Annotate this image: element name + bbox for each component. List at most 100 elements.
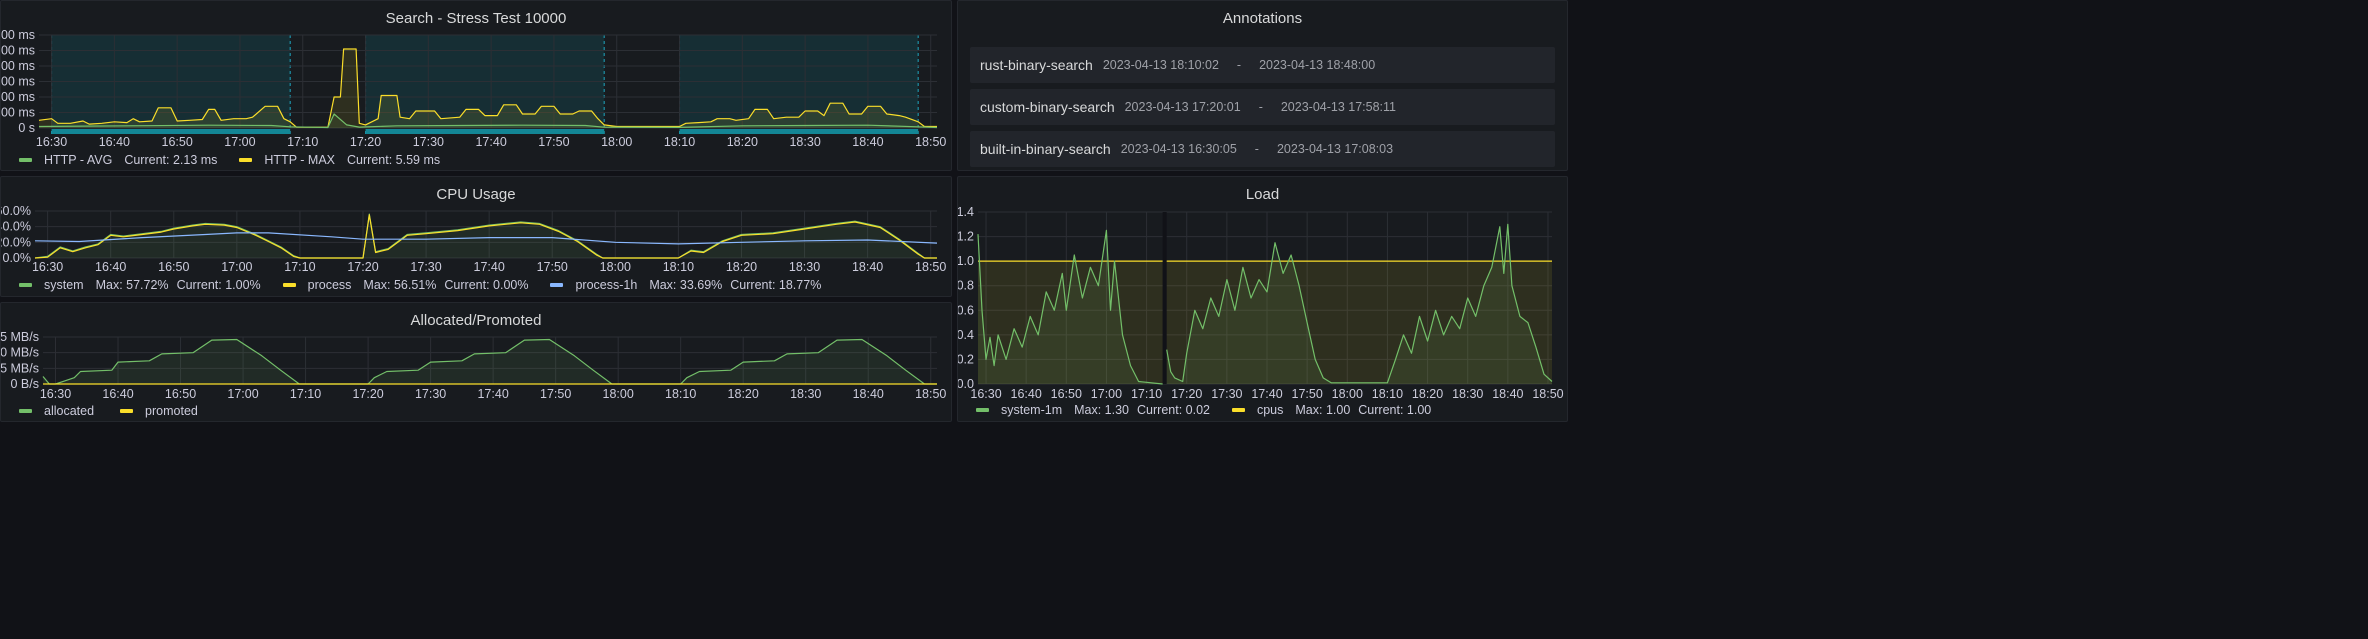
y-tick-label: 75 MB/s: [1, 330, 39, 344]
load-chart[interactable]: 0.00.20.40.60.81.01.21.416:30 16:40 16:50 1…: [958, 177, 1568, 422]
x-tick-label: 16:40: [102, 387, 133, 401]
legend-label: promoted: [145, 404, 198, 418]
y-tick-label: 200 ms: [1, 90, 35, 104]
legend-stat: Max: 33.69%: [649, 278, 723, 292]
annotation-name: built-in-binary-search: [980, 141, 1111, 157]
alloc-legend: allocated promoted: [19, 404, 224, 418]
legend-stat: Current: 18.77%: [730, 278, 822, 292]
x-tick-label: 18:20: [728, 387, 759, 401]
y-tick-label: 100 ms: [1, 106, 35, 120]
legend-swatch: [550, 283, 564, 287]
x-tick-label: 18:50: [915, 135, 946, 149]
load-legend: system-1m Max: 1.30 Current: 0.02 cpus Max: …: [976, 403, 1453, 417]
panel-alloc: Allocated/Promoted 0 B/s25 MB/s50 MB/s75…: [0, 302, 952, 422]
legend-swatch: [19, 409, 32, 413]
annotation-band[interactable]: [679, 129, 919, 134]
search-chart[interactable]: 0 s100 ms 200 ms300 ms 400 ms500 ms 600 ms 1…: [1, 1, 952, 171]
legend-label: system: [44, 278, 84, 292]
y-tick-label: 50 MB/s: [1, 346, 39, 360]
legend-stat: Current: 0.02: [1137, 403, 1210, 417]
y-tick-label: 0.8: [958, 279, 974, 293]
x-tick-label: 18:20: [1412, 387, 1443, 401]
x-tick-label: 18:40: [852, 135, 883, 149]
x-tick-label: 17:20: [1171, 387, 1202, 401]
x-tick-label: 17:50: [537, 260, 568, 274]
x-tick-label: 16:30: [36, 135, 67, 149]
x-tick-label: 18:20: [726, 260, 757, 274]
x-tick-label: 18:50: [915, 387, 946, 401]
legend-swatch: [19, 158, 32, 162]
x-tick-label: 18:40: [1492, 387, 1523, 401]
annotation-start: 2023-04-13 18:10:02: [1102, 58, 1219, 72]
x-tick-label: 17:50: [1292, 387, 1323, 401]
legend-item[interactable]: cpus Max: 1.00 Current: 1.00: [1231, 403, 1439, 417]
annotation-band[interactable]: [365, 129, 605, 134]
panel-search: Search - Stress Test 10000 0 s100 ms200 …: [0, 0, 952, 171]
x-tick-label: 17:50: [540, 387, 571, 401]
x-tick-label: 18:30: [789, 260, 820, 274]
x-tick-label: 17:00: [224, 135, 255, 149]
panel-title[interactable]: Annotations: [958, 10, 1567, 27]
legend-item[interactable]: system Max: 57.72% Current: 1.00%: [19, 278, 269, 292]
annotation-name: rust-binary-search: [980, 57, 1093, 73]
panel-load: Load 0.0 0.2 0.4 0.6 0.8 1.0 1.2 1.4 16:30 16:40 1…: [957, 176, 1568, 422]
x-tick-label: 17:20: [347, 260, 378, 274]
annotation-end: 2023-04-13 18:48:00: [1259, 58, 1376, 72]
y-tick-label: 25 MB/s: [1, 361, 39, 375]
legend-item[interactable]: process Max: 56.51% Current: 0.00%: [282, 278, 537, 292]
y-tick-label: 0.2: [958, 352, 974, 366]
legend-item[interactable]: HTTP - MAX Current: 5.59 ms: [239, 153, 448, 167]
x-tick-label: 18:10: [663, 260, 694, 274]
legend-swatch: [1231, 408, 1245, 412]
annotation-row[interactable]: rust-binary-search 2023-04-13 18:10:02 -…: [970, 47, 1555, 83]
x-tick-label: 17:40: [1251, 387, 1282, 401]
legend-label: allocated: [44, 404, 95, 418]
x-tick-label: 18:00: [1332, 387, 1363, 401]
x-tick-label: 18:50: [915, 260, 946, 274]
annotation-end: 2023-04-13 17:08:03: [1276, 142, 1394, 156]
x-tick-label: 17:30: [410, 260, 441, 274]
search-legend: HTTP - AVG Current: 2.13 ms HTTP - MAX Curr…: [19, 153, 462, 167]
x-tick-label: 18:00: [601, 135, 632, 149]
annotation-name: custom-binary-search: [980, 99, 1115, 115]
legend-stat: Max: 56.51%: [363, 278, 437, 292]
x-tick-label: 16:30: [32, 260, 63, 274]
legend-label: HTTP - AVG: [44, 153, 113, 167]
x-tick-label: 18:40: [852, 260, 883, 274]
y-tick-label: 500 ms: [1, 44, 35, 58]
legend-swatch: [120, 409, 134, 413]
legend-swatch: [19, 283, 32, 287]
y-tick-label: 1.4: [958, 205, 974, 219]
x-tick-label: 17:40: [477, 387, 508, 401]
x-tick-label: 17:20: [352, 387, 383, 401]
annotation-band[interactable]: [51, 129, 291, 134]
y-tick-label: 0.4: [958, 328, 974, 342]
legend-item[interactable]: allocated: [19, 404, 106, 418]
y-tick-label: 40.0%: [1, 220, 31, 234]
x-tick-label: 17:00: [227, 387, 258, 401]
legend-item[interactable]: system-1m Max: 1.30 Current: 0.02: [976, 403, 1218, 417]
x-tick-label: 18:20: [727, 135, 758, 149]
legend-item[interactable]: process-1h Max: 33.69% Current: 18.77%: [550, 278, 829, 292]
series-area: [43, 339, 937, 384]
x-tick-label: 16:50: [1051, 387, 1082, 401]
x-tick-label: 16:50: [165, 387, 196, 401]
x-tick-label: 18:30: [790, 387, 821, 401]
y-tick-label: 1.0: [958, 254, 974, 268]
x-tick-label: 17:10: [287, 135, 318, 149]
y-tick-label: 600 ms: [1, 28, 35, 42]
annotation-row[interactable]: built-in-binary-search 2023-04-13 16:30:…: [970, 131, 1555, 167]
legend-stat: Current: 1.00%: [176, 278, 261, 292]
x-tick-label: 16:40: [99, 135, 130, 149]
y-tick-label: 0.0%: [3, 251, 32, 265]
legend-stat: Max: 1.30: [1074, 403, 1130, 417]
x-tick-label: 18:10: [665, 387, 696, 401]
y-tick-label: 0 s: [18, 121, 35, 135]
annotation-list: rust-binary-search 2023-04-13 18:10:02 -…: [970, 47, 1555, 170]
legend-stat: Current: 0.00%: [444, 278, 529, 292]
legend-item[interactable]: HTTP - AVG Current: 2.13 ms: [19, 153, 225, 167]
legend-item[interactable]: promoted: [120, 404, 210, 418]
annotation-row[interactable]: custom-binary-search 2023-04-13 17:20:01…: [970, 89, 1555, 125]
annotation-start: 2023-04-13 17:20:01: [1124, 100, 1241, 114]
x-tick-label: 18:40: [853, 387, 884, 401]
